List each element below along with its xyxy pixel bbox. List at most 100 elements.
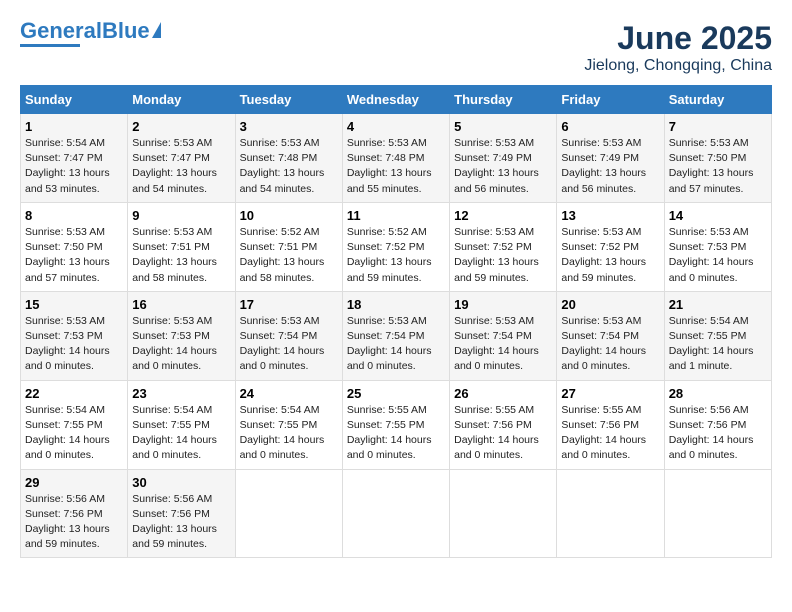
day-number: 15 [25,297,123,312]
calendar-cell: 11 Sunrise: 5:52 AM Sunset: 7:52 PM Dayli… [342,202,449,291]
calendar-cell: 22Sunrise: 5:54 AM Sunset: 7:55 PM Dayli… [21,380,128,469]
day-info: Sunrise: 5:53 AM Sunset: 7:51 PM Dayligh… [132,226,217,284]
calendar-week-3: 15 Sunrise: 5:53 AM Sunset: 7:53 PM Dayli… [21,291,772,380]
day-info: Sunrise: 5:53 AM Sunset: 7:54 PM Dayligh… [561,315,646,373]
calendar-cell [342,469,449,558]
day-info: Sunrise: 5:56 AM Sunset: 7:56 PM Dayligh… [132,493,217,551]
calendar-cell: 26 Sunrise: 5:55 AM Sunset: 7:56 PM Dayli… [450,380,557,469]
day-number: 10 [240,208,338,223]
day-info: Sunrise: 5:53 AM Sunset: 7:49 PM Dayligh… [561,137,646,195]
calendar-cell: 17Sunrise: 5:53 AM Sunset: 7:54 PM Dayli… [235,291,342,380]
calendar-cell: 2Sunrise: 5:53 AM Sunset: 7:47 PM Daylig… [128,114,235,203]
logo-icon [152,22,161,38]
day-number: 11 [347,208,445,223]
day-number: 21 [669,297,767,312]
day-number: 20 [561,297,659,312]
day-header-monday: Monday [128,86,235,114]
day-number: 8 [25,208,123,223]
calendar-cell [235,469,342,558]
day-number: 27 [561,386,659,401]
day-header-friday: Friday [557,86,664,114]
calendar-cell: 24Sunrise: 5:54 AM Sunset: 7:55 PM Dayli… [235,380,342,469]
calendar-cell [450,469,557,558]
calendar-cell: 30Sunrise: 5:56 AM Sunset: 7:56 PM Dayli… [128,469,235,558]
day-number: 13 [561,208,659,223]
day-number: 1 [25,119,123,134]
day-info: Sunrise: 5:56 AM Sunset: 7:56 PM Dayligh… [25,493,110,551]
day-info: Sunrise: 5:53 AM Sunset: 7:53 PM Dayligh… [25,315,110,373]
day-number: 28 [669,386,767,401]
calendar-cell [664,469,771,558]
calendar-cell: 3Sunrise: 5:53 AM Sunset: 7:48 PM Daylig… [235,114,342,203]
day-number: 12 [454,208,552,223]
calendar-cell: 29 Sunrise: 5:56 AM Sunset: 7:56 PM Dayli… [21,469,128,558]
main-title: June 2025 [584,20,772,57]
logo-underline [20,44,80,47]
day-number: 6 [561,119,659,134]
day-number: 23 [132,386,230,401]
day-info: Sunrise: 5:53 AM Sunset: 7:52 PM Dayligh… [454,226,539,284]
day-info: Sunrise: 5:54 AM Sunset: 7:47 PM Dayligh… [25,137,110,195]
calendar-cell [557,469,664,558]
day-info: Sunrise: 5:52 AM Sunset: 7:51 PM Dayligh… [240,226,325,284]
day-number: 9 [132,208,230,223]
day-header-wednesday: Wednesday [342,86,449,114]
calendar-week-5: 29 Sunrise: 5:56 AM Sunset: 7:56 PM Dayli… [21,469,772,558]
calendar-cell: 13 Sunrise: 5:53 AM Sunset: 7:52 PM Dayli… [557,202,664,291]
day-header-saturday: Saturday [664,86,771,114]
day-info: Sunrise: 5:54 AM Sunset: 7:55 PM Dayligh… [25,404,110,462]
day-info: Sunrise: 5:53 AM Sunset: 7:54 PM Dayligh… [347,315,432,373]
day-info: Sunrise: 5:53 AM Sunset: 7:49 PM Dayligh… [454,137,539,195]
calendar-table: SundayMondayTuesdayWednesdayThursdayFrid… [20,85,772,558]
day-header-sunday: Sunday [21,86,128,114]
page-header: GeneralBlue June 2025 Jielong, Chongqing… [20,20,772,75]
calendar-cell: 14 Sunrise: 5:53 AM Sunset: 7:53 PM Dayli… [664,202,771,291]
day-info: Sunrise: 5:53 AM Sunset: 7:47 PM Dayligh… [132,137,217,195]
logo-text: GeneralBlue [20,20,150,42]
day-info: Sunrise: 5:53 AM Sunset: 7:50 PM Dayligh… [25,226,110,284]
day-number: 7 [669,119,767,134]
calendar-cell: 10 Sunrise: 5:52 AM Sunset: 7:51 PM Dayli… [235,202,342,291]
calendar-week-4: 22Sunrise: 5:54 AM Sunset: 7:55 PM Dayli… [21,380,772,469]
day-number: 5 [454,119,552,134]
day-number: 29 [25,475,123,490]
day-info: Sunrise: 5:53 AM Sunset: 7:54 PM Dayligh… [240,315,325,373]
calendar-cell: 4Sunrise: 5:53 AM Sunset: 7:48 PM Daylig… [342,114,449,203]
calendar-cell: 18Sunrise: 5:53 AM Sunset: 7:54 PM Dayli… [342,291,449,380]
calendar-cell: 16Sunrise: 5:53 AM Sunset: 7:53 PM Dayli… [128,291,235,380]
calendar-cell: 27 Sunrise: 5:55 AM Sunset: 7:56 PM Dayli… [557,380,664,469]
day-info: Sunrise: 5:53 AM Sunset: 7:48 PM Dayligh… [240,137,325,195]
day-info: Sunrise: 5:52 AM Sunset: 7:52 PM Dayligh… [347,226,432,284]
day-number: 26 [454,386,552,401]
subtitle: Jielong, Chongqing, China [584,57,772,75]
calendar-cell: 8 Sunrise: 5:53 AM Sunset: 7:50 PM Daylig… [21,202,128,291]
day-number: 24 [240,386,338,401]
day-header-tuesday: Tuesday [235,86,342,114]
logo: GeneralBlue [20,20,161,47]
day-info: Sunrise: 5:55 AM Sunset: 7:56 PM Dayligh… [561,404,646,462]
day-info: Sunrise: 5:53 AM Sunset: 7:53 PM Dayligh… [669,226,754,284]
day-info: Sunrise: 5:54 AM Sunset: 7:55 PM Dayligh… [132,404,217,462]
calendar-cell: 25Sunrise: 5:55 AM Sunset: 7:55 PM Dayli… [342,380,449,469]
calendar-cell: 9 Sunrise: 5:53 AM Sunset: 7:51 PM Daylig… [128,202,235,291]
day-header-thursday: Thursday [450,86,557,114]
day-info: Sunrise: 5:53 AM Sunset: 7:54 PM Dayligh… [454,315,539,373]
calendar-cell: 28Sunrise: 5:56 AM Sunset: 7:56 PM Dayli… [664,380,771,469]
calendar-cell: 6 Sunrise: 5:53 AM Sunset: 7:49 PM Daylig… [557,114,664,203]
calendar-cell: 7 Sunrise: 5:53 AM Sunset: 7:50 PM Daylig… [664,114,771,203]
calendar-header-row: SundayMondayTuesdayWednesdayThursdayFrid… [21,86,772,114]
calendar-cell: 1 Sunrise: 5:54 AM Sunset: 7:47 PM Daylig… [21,114,128,203]
day-number: 16 [132,297,230,312]
day-info: Sunrise: 5:53 AM Sunset: 7:50 PM Dayligh… [669,137,754,195]
calendar-week-1: 1 Sunrise: 5:54 AM Sunset: 7:47 PM Daylig… [21,114,772,203]
calendar-cell: 23 Sunrise: 5:54 AM Sunset: 7:55 PM Dayli… [128,380,235,469]
day-number: 14 [669,208,767,223]
day-info: Sunrise: 5:55 AM Sunset: 7:56 PM Dayligh… [454,404,539,462]
day-info: Sunrise: 5:54 AM Sunset: 7:55 PM Dayligh… [669,315,754,373]
calendar-week-2: 8 Sunrise: 5:53 AM Sunset: 7:50 PM Daylig… [21,202,772,291]
title-block: June 2025 Jielong, Chongqing, China [584,20,772,75]
calendar-cell: 15 Sunrise: 5:53 AM Sunset: 7:53 PM Dayli… [21,291,128,380]
calendar-cell: 21 Sunrise: 5:54 AM Sunset: 7:55 PM Dayli… [664,291,771,380]
day-info: Sunrise: 5:53 AM Sunset: 7:52 PM Dayligh… [561,226,646,284]
day-number: 19 [454,297,552,312]
